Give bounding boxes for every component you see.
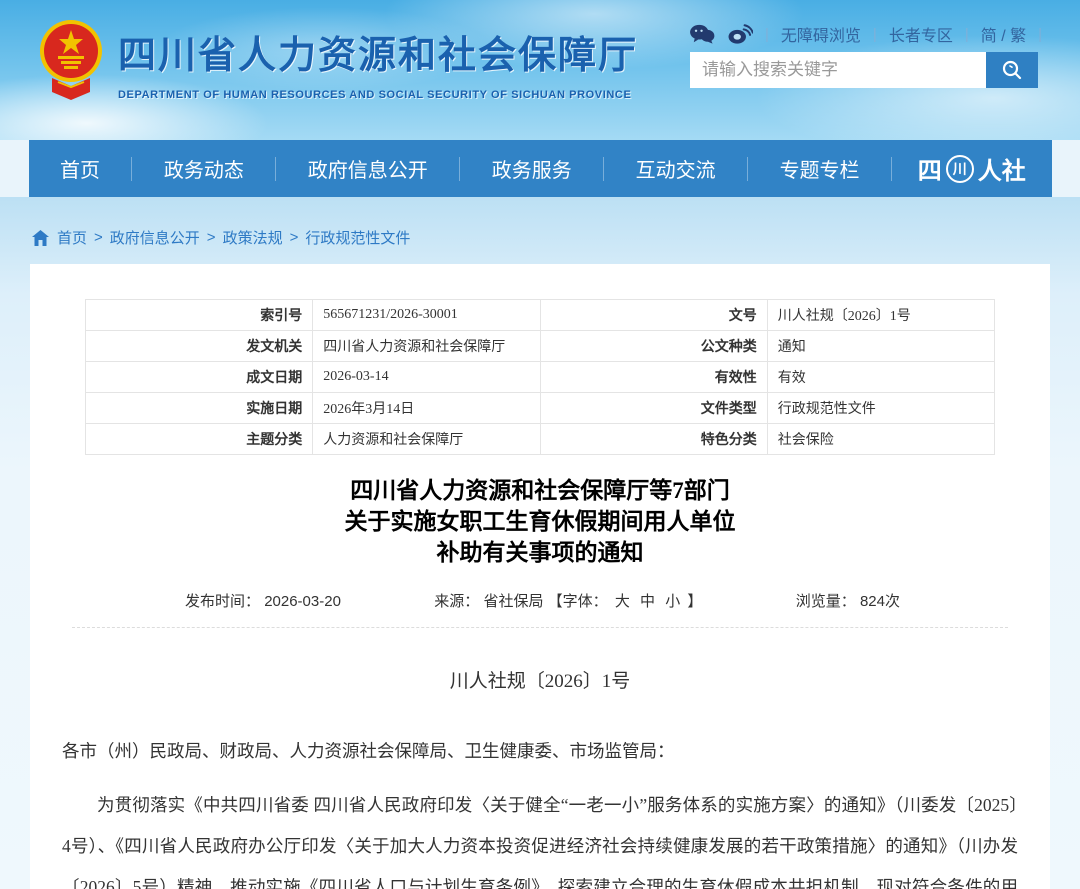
nav-item-interaction[interactable]: 互动交流: [604, 154, 747, 183]
document-meta-table: 索引号 565671231/2026-30001 文号 川人社规〔2026〕1号…: [85, 299, 995, 455]
wechat-icon[interactable]: [689, 23, 715, 45]
meta-label: 主题分类: [86, 424, 313, 455]
search-bar: [690, 52, 1038, 88]
breadcrumb: 首页 > 政府信息公开 > 政策法规 > 行政规范性文件: [30, 197, 1050, 248]
breadcrumb-policies[interactable]: 政策法规: [223, 227, 283, 248]
home-icon: [32, 230, 49, 246]
utility-divider: |: [765, 26, 769, 43]
divider: [72, 627, 1008, 628]
source-value: 省社保局: [483, 593, 543, 610]
search-button[interactable]: [986, 52, 1038, 88]
site-brand[interactable]: 四川省人力资源和社会保障厅 DEPARTMENT OF HUMAN RESOUR…: [38, 18, 638, 106]
table-row: 实施日期 2026年3月14日 文件类型 行政规范性文件: [86, 393, 995, 424]
source-label: 来源：: [434, 593, 479, 610]
title-line: 补助有关事项的通知: [60, 537, 1020, 568]
meta-label: 实施日期: [86, 393, 313, 424]
views-value: 824次: [860, 593, 900, 610]
search-icon: [1001, 59, 1023, 81]
search-input[interactable]: [690, 52, 986, 88]
simplified-traditional-toggle[interactable]: 简 / 繁: [981, 22, 1026, 46]
meta-label: 发文机关: [86, 331, 313, 362]
body-paragraph: 为贯彻落实《中共四川省委 四川省人民政府印发〈关于健全“一老一小”服务体系的实施…: [62, 785, 1018, 889]
document-meta-row: 发布时间： 2026-03-20 来源： 省社保局 【字体： 大 中 小 】 浏…: [60, 590, 1020, 611]
meta-label: 有效性: [540, 362, 767, 393]
site-header: 四川省人力资源和社会保障厅 DEPARTMENT OF HUMAN RESOUR…: [0, 0, 1080, 140]
sichuan-renshe-logo[interactable]: 四 川 人社: [892, 151, 1052, 186]
meta-value: 社会保险: [767, 424, 994, 455]
document-number: 川人社规〔2026〕1号: [60, 666, 1020, 693]
nav-item-services[interactable]: 政务服务: [460, 154, 603, 183]
main-nav: 首页 政务动态 政府信息公开 政务服务 互动交流 专题专栏 四 川 人社: [29, 140, 1052, 197]
meta-value: 有效: [767, 362, 994, 393]
utility-bar: | 无障碍浏览 | 长者专区 | 简 / 繁 |: [689, 22, 1042, 46]
view-count: 浏览量： 824次: [796, 590, 900, 611]
meta-label: 文号: [540, 300, 767, 331]
document-panel: 索引号 565671231/2026-30001 文号 川人社规〔2026〕1号…: [30, 264, 1050, 889]
meta-value: 2026年3月14日: [313, 393, 540, 424]
breadcrumb-separator: >: [207, 229, 216, 246]
font-size-medium-button[interactable]: 中: [640, 593, 655, 610]
font-size-large-button[interactable]: 大: [615, 593, 630, 610]
title-line: 四川省人力资源和社会保障厅等7部门: [60, 475, 1020, 506]
table-row: 索引号 565671231/2026-30001 文号 川人社规〔2026〕1号: [86, 300, 995, 331]
table-row: 主题分类 人力资源和社会保障厅 特色分类 社会保险: [86, 424, 995, 455]
breadcrumb-separator: >: [94, 229, 103, 246]
weibo-icon[interactable]: [727, 23, 753, 45]
source-and-font-controls: 来源： 省社保局 【字体： 大 中 小 】: [434, 590, 702, 611]
breadcrumb-separator: >: [290, 229, 299, 246]
meta-label: 成文日期: [86, 362, 313, 393]
site-title: 四川省人力资源和社会保障厅: [118, 24, 638, 79]
nav-item-info-disclosure[interactable]: 政府信息公开: [276, 154, 459, 183]
font-size-label-end: 】: [687, 593, 702, 610]
logo-text-left: 四: [918, 151, 942, 186]
title-line: 关于实施女职工生育休假期间用人单位: [60, 506, 1020, 537]
nav-item-home[interactable]: 首页: [29, 154, 132, 183]
national-emblem-icon: [38, 18, 104, 106]
utility-divider: |: [965, 26, 969, 43]
meta-value: 人力资源和社会保障厅: [313, 424, 540, 455]
meta-label: 特色分类: [540, 424, 767, 455]
publish-time-value: 2026-03-20: [264, 593, 341, 610]
table-row: 发文机关 四川省人力资源和社会保障厅 公文种类 通知: [86, 331, 995, 362]
views-label: 浏览量：: [796, 593, 856, 610]
accessibility-link[interactable]: 无障碍浏览: [781, 22, 861, 46]
meta-value: 行政规范性文件: [767, 393, 994, 424]
nav-item-news[interactable]: 政务动态: [132, 154, 275, 183]
page-background: 首页 > 政府信息公开 > 政策法规 > 行政规范性文件 索引号 5656712…: [0, 197, 1080, 889]
meta-value: 川人社规〔2026〕1号: [767, 300, 994, 331]
breadcrumb-home[interactable]: 首页: [57, 227, 87, 248]
logo-circle-icon: 川: [946, 155, 974, 183]
meta-value: 通知: [767, 331, 994, 362]
publish-time: 发布时间： 2026-03-20: [185, 590, 341, 611]
logo-text-right: 人社: [978, 151, 1026, 186]
font-size-label: 【字体：: [548, 593, 608, 610]
utility-divider: |: [1038, 26, 1042, 43]
nav-item-special-columns[interactable]: 专题专栏: [748, 154, 891, 183]
meta-label: 文件类型: [540, 393, 767, 424]
utility-divider: |: [873, 26, 877, 43]
meta-label: 索引号: [86, 300, 313, 331]
page-title: 四川省人力资源和社会保障厅等7部门 关于实施女职工生育休假期间用人单位 补助有关…: [60, 475, 1020, 568]
salutation: 各市（州）民政局、财政局、人力资源社会保障局、卫生健康委、市场监管局：: [62, 739, 1018, 763]
document-body: 各市（州）民政局、财政局、人力资源社会保障局、卫生健康委、市场监管局： 为贯彻落…: [60, 739, 1020, 889]
font-size-small-button[interactable]: 小: [665, 593, 680, 610]
site-subtitle: DEPARTMENT OF HUMAN RESOURCES AND SOCIAL…: [118, 89, 638, 101]
meta-value: 四川省人力资源和社会保障厅: [313, 331, 540, 362]
publish-time-label: 发布时间：: [185, 593, 260, 610]
meta-value: 565671231/2026-30001: [313, 300, 540, 331]
meta-label: 公文种类: [540, 331, 767, 362]
breadcrumb-info-disclosure[interactable]: 政府信息公开: [110, 227, 200, 248]
meta-value: 2026-03-14: [313, 362, 540, 393]
breadcrumb-normative-documents[interactable]: 行政规范性文件: [305, 227, 410, 248]
elder-zone-link[interactable]: 长者专区: [889, 22, 953, 46]
table-row: 成文日期 2026-03-14 有效性 有效: [86, 362, 995, 393]
